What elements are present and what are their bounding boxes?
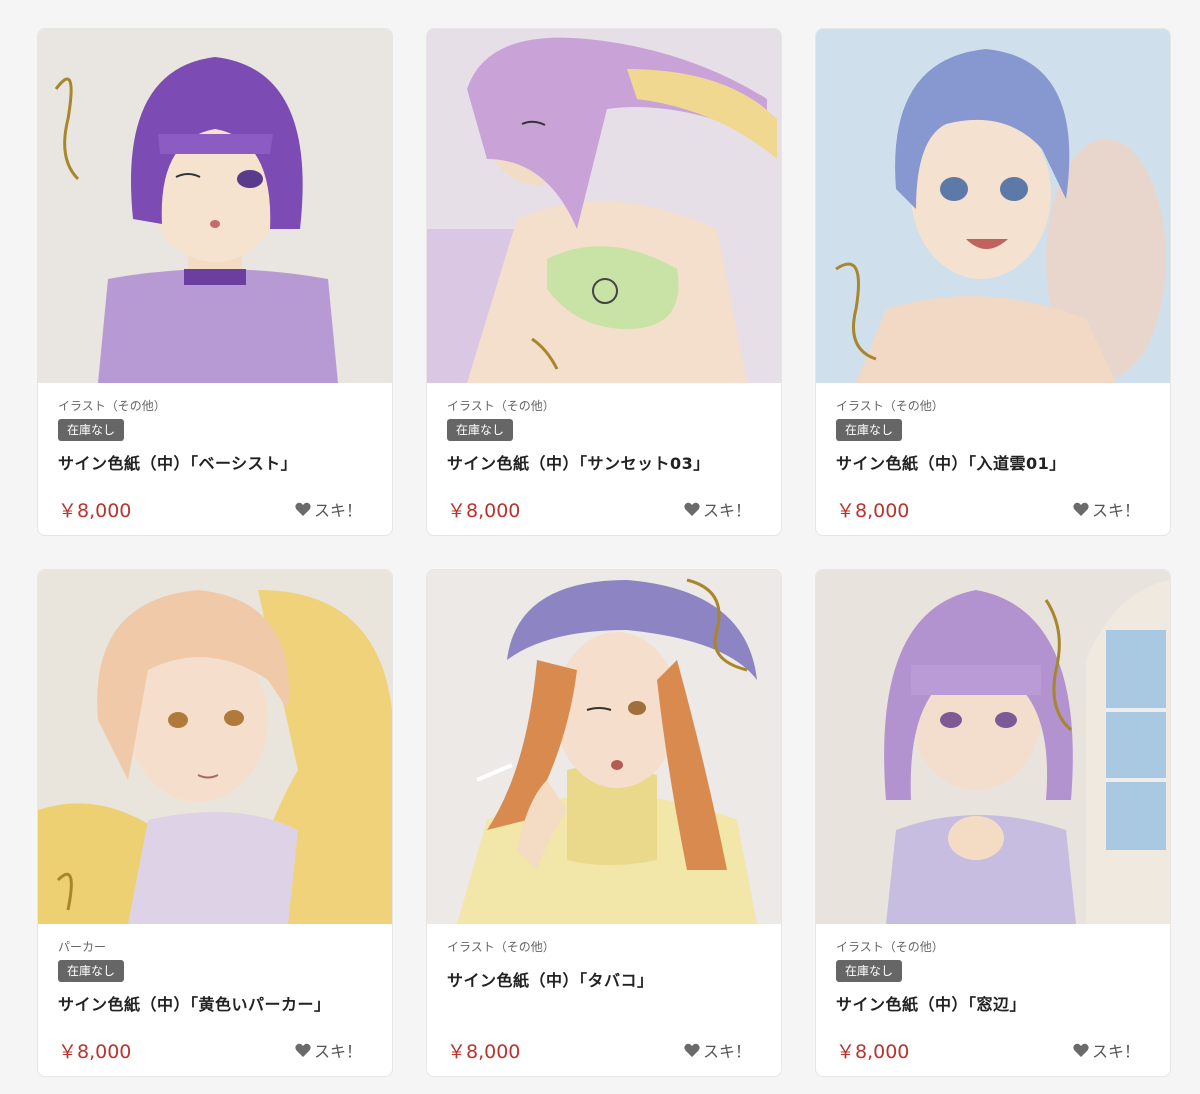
- product-price: ￥8,000: [447, 500, 521, 522]
- product-title[interactable]: サイン色紙（中）「タバコ」: [447, 967, 654, 991]
- like-button[interactable]: スキ！: [1073, 497, 1140, 521]
- product-card[interactable]: イラスト（その他） 在庫なし サイン色紙（中）「ベーシスト」 ￥8,000 スキ…: [37, 28, 393, 536]
- product-price: ￥8,000: [836, 1041, 910, 1063]
- like-button[interactable]: スキ！: [684, 497, 751, 521]
- stock-badge: 在庫なし: [836, 960, 903, 982]
- product-title[interactable]: サイン色紙（中）「ベーシスト」: [58, 450, 297, 474]
- like-button[interactable]: スキ！: [295, 497, 362, 521]
- product-title[interactable]: サイン色紙（中）「入道雲01」: [836, 450, 1066, 474]
- product-title[interactable]: サイン色紙（中）「サンセット03」: [447, 450, 710, 474]
- stock-badge: 在庫なし: [836, 419, 903, 441]
- like-label: スキ！: [313, 501, 362, 520]
- product-category: イラスト（その他）: [447, 399, 555, 413]
- product-title[interactable]: サイン色紙（中）「黄色いパーカー」: [58, 991, 331, 1015]
- product-card[interactable]: イラスト（その他） 在庫なし サイン色紙（中）「入道雲01」 ￥8,000 スキ…: [815, 28, 1171, 536]
- heart-icon: [1073, 1043, 1089, 1057]
- product-card[interactable]: イラスト（その他） 在庫なし サイン色紙（中）「サンセット03」 ￥8,000 …: [426, 28, 782, 536]
- like-label: スキ！: [313, 1042, 362, 1061]
- heart-icon: [295, 1043, 311, 1057]
- product-category: イラスト（その他）: [58, 399, 166, 413]
- stock-badge: 在庫なし: [58, 419, 125, 441]
- stock-badge: 在庫なし: [58, 960, 125, 982]
- like-button[interactable]: スキ！: [684, 1038, 751, 1062]
- product-card[interactable]: イラスト（その他） 在庫なし サイン色紙（中）「窓辺」 ￥8,000 スキ！: [815, 569, 1171, 1077]
- product-price: ￥8,000: [836, 500, 910, 522]
- like-button[interactable]: スキ！: [295, 1038, 362, 1062]
- product-title[interactable]: サイン色紙（中）「窓辺」: [836, 991, 1026, 1015]
- product-category: イラスト（その他）: [836, 399, 944, 413]
- product-image[interactable]: [427, 570, 781, 924]
- product-category: イラスト（その他）: [447, 940, 555, 954]
- product-category: イラスト（その他）: [836, 940, 944, 954]
- like-label: スキ！: [702, 501, 751, 520]
- product-image[interactable]: [816, 29, 1170, 383]
- like-label: スキ！: [1091, 501, 1140, 520]
- heart-icon: [295, 502, 311, 516]
- like-label: スキ！: [1091, 1042, 1140, 1061]
- like-label: スキ！: [702, 1042, 751, 1061]
- heart-icon: [684, 502, 700, 516]
- product-card[interactable]: パーカー 在庫なし サイン色紙（中）「黄色いパーカー」 ￥8,000 スキ！: [37, 569, 393, 1077]
- product-image[interactable]: [38, 29, 392, 383]
- product-image[interactable]: [816, 570, 1170, 924]
- like-button[interactable]: スキ！: [1073, 1038, 1140, 1062]
- product-category: パーカー: [58, 940, 107, 954]
- heart-icon: [1073, 502, 1089, 516]
- product-price: ￥8,000: [447, 1041, 521, 1063]
- product-card[interactable]: イラスト（その他） サイン色紙（中）「タバコ」 ￥8,000 スキ！: [426, 569, 782, 1077]
- stock-badge: 在庫なし: [447, 419, 514, 441]
- product-image[interactable]: [38, 570, 392, 924]
- product-price: ￥8,000: [58, 1041, 132, 1063]
- product-image[interactable]: [427, 29, 781, 383]
- product-price: ￥8,000: [58, 500, 132, 522]
- heart-icon: [684, 1043, 700, 1057]
- product-grid: イラスト（その他） 在庫なし サイン色紙（中）「ベーシスト」 ￥8,000 スキ…: [37, 28, 1171, 1077]
